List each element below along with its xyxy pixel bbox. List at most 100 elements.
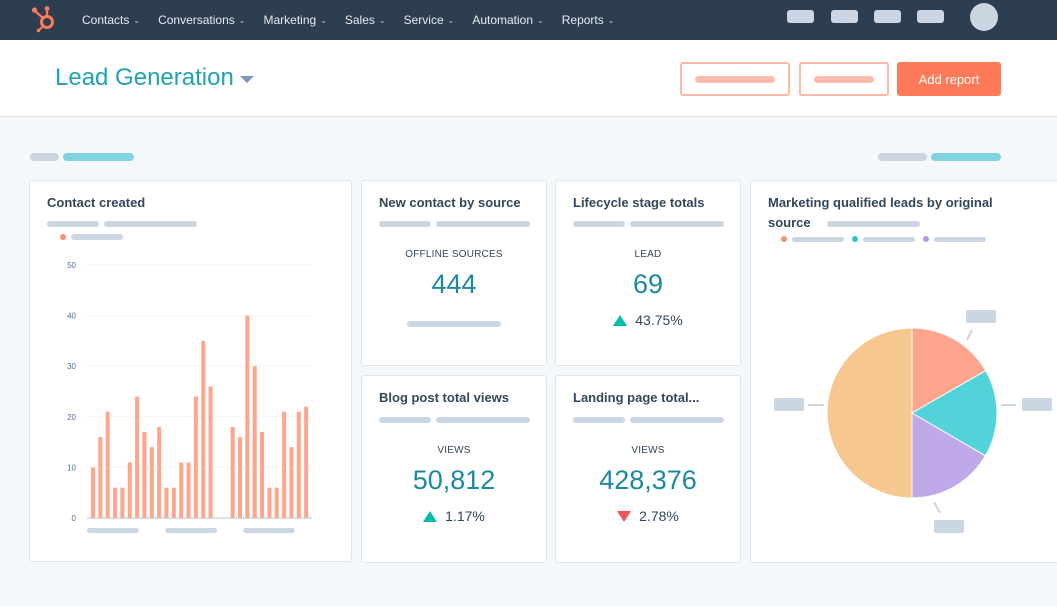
action-placeholder[interactable] <box>878 153 927 161</box>
nav-reports[interactable]: Reports ⌄ <box>562 13 615 27</box>
bar <box>120 487 125 518</box>
bar <box>135 396 140 518</box>
bar <box>208 386 213 518</box>
trend-up-icon <box>613 314 628 326</box>
pie-label-placeholder <box>934 520 964 533</box>
kpi-change: 2.78% <box>556 508 740 524</box>
secondary-action-button[interactable] <box>799 62 889 96</box>
dashboard-selector[interactable]: Lead Generation <box>55 64 254 92</box>
contact-created-card[interactable]: Contact created 0 10 20 30 40 50 <box>29 180 352 562</box>
bar <box>260 431 265 518</box>
bar <box>252 366 257 518</box>
blog-post-total-views-card[interactable]: Blog post total views VIEWS 50,812 1.17% <box>361 375 547 563</box>
button-label-placeholder <box>814 76 874 83</box>
top-navigation-bar: Contacts ⌄ Conversations ⌄ Marketing ⌄ Sale… <box>0 0 1057 40</box>
nav-contacts[interactable]: Contacts ⌄ <box>82 13 140 27</box>
pie-label-placeholder <box>966 310 996 323</box>
new-contact-by-source-card[interactable]: New contact by source OFFLINE SOURCES 44… <box>361 180 547 366</box>
hubspot-sprocket-icon[interactable] <box>30 4 58 34</box>
bar <box>98 437 103 518</box>
avatar[interactable] <box>970 3 998 31</box>
nav-utility-button[interactable] <box>917 10 944 23</box>
bar <box>149 447 154 518</box>
subtitle-placeholder <box>379 417 431 423</box>
kpi-label: VIEWS <box>631 445 665 456</box>
subtitle-placeholder <box>573 417 625 423</box>
pie-label-placeholder <box>774 398 804 411</box>
nav-utility-button[interactable] <box>787 10 814 23</box>
nav-automation[interactable]: Automation ⌄ <box>472 13 543 27</box>
kpi-label: LEAD <box>634 249 662 260</box>
chevron-down-icon: ⌄ <box>378 15 386 25</box>
button-label-placeholder <box>695 76 775 83</box>
bar <box>289 447 294 518</box>
x-axis-label-placeholder <box>87 528 139 533</box>
bar <box>304 406 309 518</box>
bar <box>267 487 272 518</box>
bar <box>113 487 118 518</box>
contact-created-bar-chart: 0 10 20 30 40 50 <box>67 261 312 533</box>
pie-label-placeholder <box>1022 398 1052 411</box>
chevron-down-icon: ⌄ <box>537 15 544 25</box>
nav-marketing[interactable]: Marketing ⌄ <box>263 13 326 27</box>
main-menu: Contacts ⌄ Conversations ⌄ Marketing ⌄ Sale… <box>82 0 632 40</box>
kpi-change: 1.17% <box>362 508 546 524</box>
filter-placeholder-active[interactable] <box>63 153 134 161</box>
kpi-value: 50,812 <box>412 465 496 495</box>
nav-utility-button[interactable] <box>831 10 858 23</box>
bar <box>91 467 95 518</box>
bar <box>164 487 169 518</box>
bar <box>142 431 147 518</box>
bar <box>201 340 206 518</box>
mql-pie-chart <box>774 310 1052 533</box>
trend-up-icon <box>423 510 438 522</box>
bar <box>245 315 250 518</box>
subtitle-placeholder <box>573 221 625 227</box>
bar <box>193 396 198 518</box>
x-axis-label-placeholder <box>243 528 295 533</box>
chevron-down-icon: ⌄ <box>133 15 141 25</box>
kpi-value: 428,376 <box>599 465 697 495</box>
mql-by-source-card[interactable]: Marketing qualified leads by original so… <box>750 180 1057 563</box>
bar <box>157 426 162 518</box>
secondary-action-button[interactable] <box>680 62 790 96</box>
bar <box>179 462 184 518</box>
subtitle-placeholder <box>436 221 530 227</box>
bar <box>274 487 279 518</box>
y-tick-label: 0 <box>72 514 77 523</box>
pie-slice <box>826 327 913 499</box>
bar <box>186 462 191 518</box>
lifecycle-stage-totals-card[interactable]: Lifecycle stage totals LEAD 69 43.75% <box>555 180 741 366</box>
trend-down-icon <box>617 510 632 522</box>
kpi-value: 69 <box>632 269 664 299</box>
card-title: Landing page total... <box>573 390 700 405</box>
nav-utility-button[interactable] <box>874 10 901 23</box>
nav-conversations[interactable]: Conversations ⌄ <box>158 13 245 27</box>
caret-down-icon <box>239 76 254 83</box>
filter-placeholder[interactable] <box>30 153 59 161</box>
kpi-label: OFFLINE SOURCES <box>405 249 503 260</box>
y-tick-label: 10 <box>67 463 76 472</box>
subtitle-placeholder <box>630 221 724 227</box>
y-tick-label: 50 <box>67 261 76 270</box>
y-tick-label: 40 <box>67 312 76 321</box>
add-report-button[interactable]: Add report <box>897 62 1001 96</box>
bar <box>296 411 301 518</box>
subtitle-placeholder <box>379 221 431 227</box>
bar <box>127 462 132 518</box>
page-title: Lead Generation <box>55 64 234 91</box>
bar <box>238 437 242 518</box>
bar <box>105 411 110 518</box>
pie-label-leader <box>966 329 973 341</box>
action-placeholder-active[interactable] <box>931 153 1001 161</box>
kpi-label: VIEWS <box>437 445 471 456</box>
card-title: Blog post total views <box>379 390 510 405</box>
x-axis-label-placeholder <box>165 528 217 533</box>
pie-label-leader <box>933 501 941 514</box>
card-title: Lifecycle stage totals <box>573 195 705 210</box>
nav-sales[interactable]: Sales ⌄ <box>345 13 386 27</box>
dashboard-header: Lead Generation Add report <box>0 40 1057 117</box>
nav-service[interactable]: Service ⌄ <box>404 13 455 27</box>
bar <box>230 426 235 518</box>
landing-page-total-card[interactable]: Landing page total... VIEWS 428,376 2.78… <box>555 375 741 563</box>
